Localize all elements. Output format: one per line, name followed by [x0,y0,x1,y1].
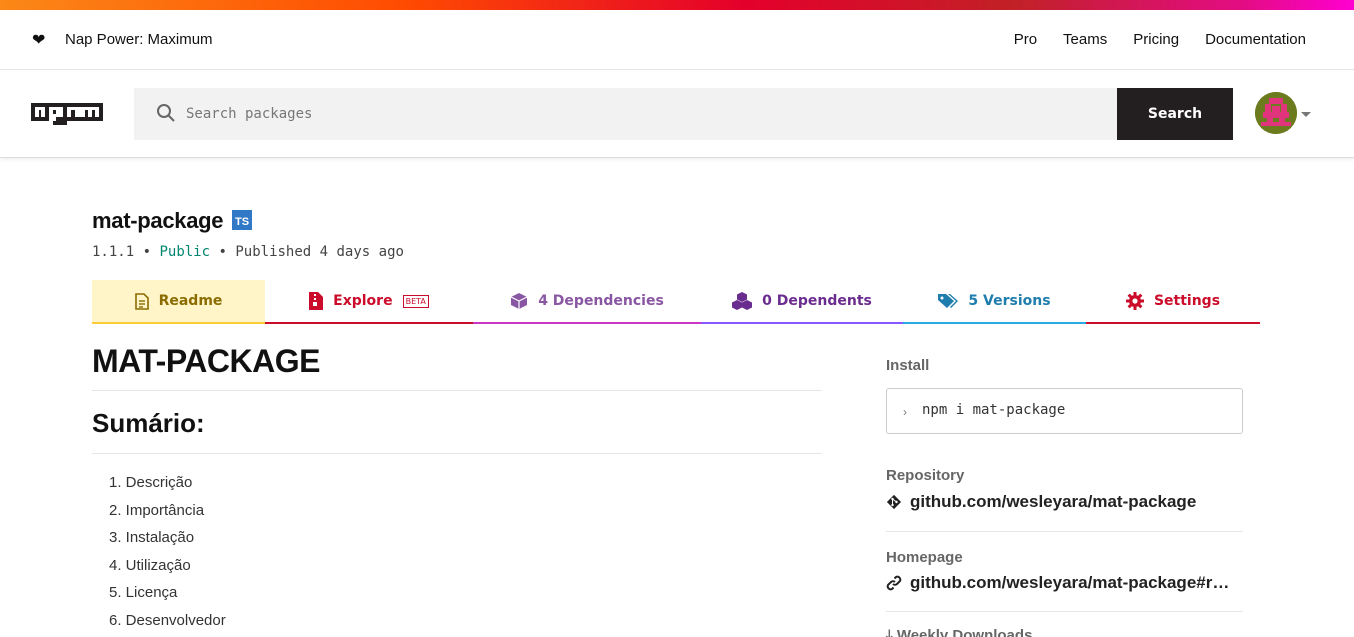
tab-explore[interactable]: Explore BETA [265,280,473,324]
package-visibility: Public [159,244,211,260]
package-version: 1.1.1 [92,244,135,260]
homepage-label: Homepage [886,549,963,566]
tags-icon [938,294,959,308]
divider [92,453,822,454]
search-icon [157,104,175,122]
top-bar: ❤ Nap Power: Maximum Pro Teams Pricing D… [0,10,1354,70]
tab-explore-label: Explore [333,293,393,309]
avatar[interactable] [1255,92,1297,134]
weekly-downloads-text: Weekly Downloads [896,627,1033,637]
readme-subtitle: Sumário: [92,408,205,438]
search-box [134,88,1117,140]
typescript-badge[interactable]: TS [232,210,252,230]
gear-icon [1125,292,1144,310]
prompt-icon: › [903,405,907,419]
npm-logo[interactable] [31,103,103,125]
box-icon [510,293,528,309]
tab-versions[interactable]: 5 Versions [903,280,1086,324]
install-command-box[interactable]: › npm i mat-package [886,388,1243,434]
tab-dependents-label: 0 Dependents [762,293,872,309]
readme-title: MAT-PACKAGE [92,343,320,379]
tab-dependencies[interactable]: 4 Dependencies [473,280,701,324]
download-icon: ⤓ [886,627,893,637]
repository-label: Repository [886,467,965,484]
package-meta: 1.1.1 • Public • Published 4 days ago [92,244,404,260]
top-gradient-bar [0,0,1354,10]
tab-readme[interactable]: Readme [92,280,265,324]
published-date: Published 4 days ago [235,244,404,260]
tab-settings-label: Settings [1153,293,1221,309]
toc-item: 3. Instalação [109,529,195,547]
toc-item: 4. Utilização [109,556,191,574]
tab-dependencies-label: 4 Dependencies [538,293,664,309]
divider [92,390,822,391]
toc-item: 5. Licença [109,584,178,602]
tab-readme-label: Readme [158,293,223,309]
package-tabs: Readme Explore BETA 4 Dependencies 0 Dep… [92,280,1260,324]
tab-versions-label: 5 Versions [968,293,1051,309]
search-row: Search [0,70,1354,158]
top-nav: Pro Teams Pricing Documentation [1014,31,1306,48]
link-icon [886,575,902,591]
install-label: Install [886,357,930,374]
search-button[interactable]: Search [1117,88,1233,140]
install-command[interactable]: npm i mat-package [922,402,1065,418]
divider [886,531,1243,532]
toc-item: 1. Descrição [109,474,193,491]
tab-dependents[interactable]: 0 Dependents [701,280,903,324]
heart-icon[interactable]: ❤ [32,30,45,50]
nav-documentation-link[interactable]: Documentation [1205,31,1306,48]
tab-settings[interactable]: Settings [1086,280,1260,324]
homepage-url[interactable]: github.com/wesleyara/mat-package#readme [910,573,1232,593]
nap-power-text[interactable]: Nap Power: Maximum [65,31,213,48]
repository-link[interactable]: github.com/wesleyara/mat-package [886,492,1196,512]
boxes-icon [732,292,753,310]
identicon-icon [1255,92,1297,134]
divider [886,611,1243,612]
nav-pricing-link[interactable]: Pricing [1133,31,1179,48]
homepage-link[interactable]: github.com/wesleyara/mat-package#readme [886,573,1232,593]
meta-separator: • [218,244,227,260]
weekly-downloads-label: ⤓ Weekly Downloads [886,627,1032,637]
nav-teams-link[interactable]: Teams [1063,31,1107,48]
meta-separator: • [142,244,152,260]
chevron-down-icon[interactable] [1301,112,1311,117]
toc-item: 6. Desenvolvedor [109,611,226,629]
repository-url[interactable]: github.com/wesleyara/mat-package [910,492,1196,512]
package-name: mat-package [92,208,224,233]
file-zip-icon [309,292,324,310]
git-icon [886,494,902,510]
table-of-contents: 1. Descrição 2. Importância 3. Instalaçã… [109,472,226,637]
nav-pro-link[interactable]: Pro [1014,31,1037,48]
beta-badge: BETA [402,294,429,308]
toc-item: 2. Importância [109,501,205,519]
document-icon [134,292,149,310]
search-input[interactable] [186,88,1086,140]
